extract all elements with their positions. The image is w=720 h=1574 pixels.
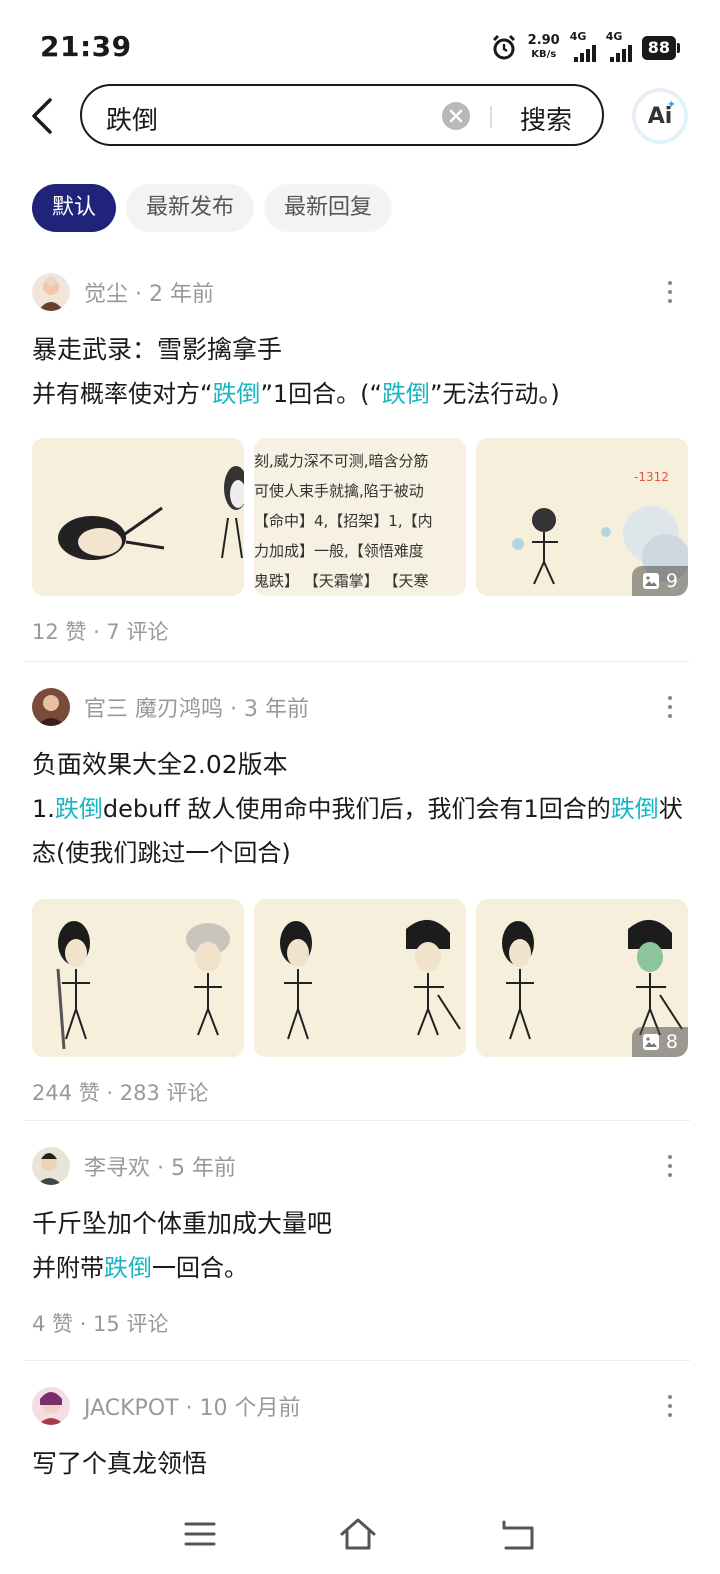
post-stats: 12 赞 · 7 评论 [32,620,169,644]
body-text: 一回合。 [152,1254,248,1282]
image-count: 8 [665,1031,678,1053]
post-body[interactable]: 1.跌倒debuff 敌人使用命中我们后，我们会有1回合的跌倒状态(使我们跳过一… [32,787,688,875]
back-arrow-icon[interactable] [26,96,62,136]
clear-icon[interactable] [442,102,470,130]
back-icon[interactable] [498,1514,538,1554]
post-body[interactable]: 并附带跌倒一回合。 [32,1246,688,1290]
author-meta[interactable]: JACKPOT · 10 个月前 [84,1390,301,1422]
home-icon[interactable] [338,1514,378,1554]
image-text-line: 刻,威力深不可测,暗含分筋 [254,452,429,470]
post-image[interactable] [32,899,244,1057]
divider [24,661,690,662]
more-options-icon[interactable] [660,1150,680,1182]
more-options-icon[interactable] [660,691,680,723]
ai-assistant-button[interactable]: Ai ✦ [632,88,688,144]
more-options-icon[interactable] [660,276,680,308]
search-query[interactable]: 跌倒 [106,100,158,137]
divider [24,1360,690,1361]
image-gallery: 刻,威力深不可测,暗含分筋 可使人束手就擒,陷于被动 【命中】4,【招架】1,【… [32,438,688,596]
alarm-icon [492,34,515,60]
post-card[interactable]: 李寻欢 · 5 年前 千斤坠加个体重加成大量吧 并附带跌倒一回合。 4 赞 · … [32,1144,688,1338]
image-count: 9 [665,570,678,592]
more-options-icon[interactable] [660,1390,680,1422]
author-meta[interactable]: 官三 魔刃鸿鸣 · 3 年前 [84,691,309,723]
post-image[interactable]: 刻,威力深不可测,暗含分筋 可使人束手就擒,陷于被动 【命中】4,【招架】1,【… [254,438,466,596]
speed-unit: KB/s [531,49,557,60]
post-image[interactable]: 8 [476,899,688,1057]
search-button[interactable]: 搜索 [520,100,572,137]
avatar[interactable] [32,688,70,726]
filter-latest-post[interactable]: 最新发布 [126,184,255,232]
search-row: 跌倒 搜索 Ai ✦ [0,84,720,148]
search-divider [490,106,492,128]
search-input[interactable]: 跌倒 搜索 [80,84,604,146]
filter-default[interactable]: 默认 [32,184,117,232]
gallery-icon [642,573,659,589]
post-image[interactable] [32,438,244,596]
avatar[interactable] [32,1387,70,1425]
body-text: 并附带 [32,1254,104,1282]
battery-level: 88 [641,36,676,60]
gallery-icon [642,1034,659,1050]
post-image[interactable] [254,899,466,1057]
signal-icon-2: 4G [606,30,632,62]
post-title[interactable]: 千斤坠加个体重加成大量吧 [32,1206,688,1242]
post-stats: 244 赞 · 283 评论 [32,1081,209,1105]
highlight-keyword: 跌倒 [54,795,103,823]
damage-number: -1312 [634,470,669,484]
image-count-badge: 8 [631,1027,688,1057]
image-text-line: 可使人束手就擒,陷于被动 [254,482,424,500]
network-speed: 2.90 KB/s [528,34,560,62]
speed-value: 2.90 [527,33,560,48]
post-card[interactable]: JACKPOT · 10 个月前 写了个真龙领悟 [32,1384,688,1482]
post-card[interactable]: 官三 魔刃鸿鸣 · 3 年前 负面效果大全2.02版本 1.跌倒debuff 敌… [32,685,688,1107]
sim1-type: 4G [569,30,587,43]
filter-latest-reply[interactable]: 最新回复 [264,184,393,232]
battery-icon: 88 [641,36,680,60]
status-time: 21:39 [40,30,132,63]
filter-tabs: 默认 最新发布 最新回复 [32,184,393,232]
image-count-badge: 9 [631,566,688,596]
sparkle-icon: ✦ [666,98,676,111]
post-card[interactable]: 觉尘 · 2 年前 暴走武录：雪影擒拿手 并有概率使对方“跌倒”1回合。(“跌倒… [32,270,688,646]
image-text-line: 【命中】4,【招架】1,【内 [254,512,433,530]
body-text: debuff 敌人使用命中我们后，我们会有1回合的 [102,795,611,823]
post-body[interactable]: 并有概率使对方“跌倒”1回合。(“跌倒”无法行动。) [32,372,688,416]
body-text: 1. [32,795,55,823]
post-stats: 4 赞 · 15 评论 [32,1312,169,1336]
post-title[interactable]: 负面效果大全2.02版本 [32,747,688,783]
highlight-keyword: 跌倒 [104,1254,152,1282]
highlight-keyword: 跌倒 [381,380,430,408]
signal-icon-1: 4G [570,30,596,62]
avatar[interactable] [32,273,70,311]
status-bar: 21:39 2.90 KB/s 4G 4G 88 [0,0,720,96]
post-title[interactable]: 暴走武录：雪影擒拿手 [32,332,688,368]
image-text-line: 鬼跌】 【天霜掌】 【天寒 [254,572,429,590]
body-text: ”1回合。(“ [260,380,382,408]
avatar[interactable] [32,1147,70,1185]
menu-icon[interactable] [180,1514,220,1554]
body-text: 并有概率使对方“ [32,380,213,408]
image-gallery: 8 [32,899,688,1057]
highlight-keyword: 跌倒 [212,380,261,408]
author-meta[interactable]: 觉尘 · 2 年前 [84,276,214,308]
sim2-type: 4G [605,30,623,43]
author-meta[interactable]: 李寻欢 · 5 年前 [84,1150,236,1182]
status-icons: 2.90 KB/s 4G 4G 88 [490,30,680,62]
post-image[interactable]: -1312 9 [476,438,688,596]
divider [24,1120,690,1121]
image-text-line: 力加成】一般,【领悟难度 [254,542,424,560]
body-text: ”无法行动。) [429,380,560,408]
post-title[interactable]: 写了个真龙领悟 [32,1446,688,1482]
highlight-keyword: 跌倒 [610,795,659,823]
system-navigation-bar [0,1494,720,1574]
